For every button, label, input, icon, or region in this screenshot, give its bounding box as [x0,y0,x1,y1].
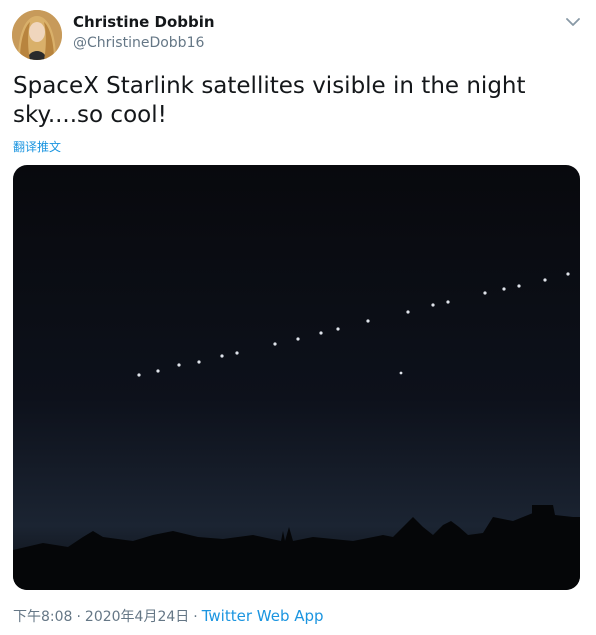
author-handle[interactable]: @ChristineDobb16 [73,35,204,51]
avatar-photo [12,10,62,60]
meta-separator: · [76,609,81,625]
tweet-date: 2020年4月24日 [84,609,190,625]
translate-tweet-link[interactable]: 翻译推文 [13,138,61,155]
tweet-metadata: 下午8:08 · 2020年4月24日 · Twitter Web App [13,606,324,626]
night-sky-photo [13,165,580,590]
avatar[interactable] [12,10,62,60]
chevron-down-icon [566,17,580,26]
tweet-menu-button[interactable] [563,12,583,32]
author-name[interactable]: Christine Dobbin [73,13,215,31]
source-app-link[interactable]: Twitter Web App [202,607,324,625]
tweet-time: 下午8:08 [13,609,73,625]
meta-separator: · [193,609,198,625]
tweet-text: SpaceX Starlink satellites visible in th… [13,73,526,128]
tweet-photo[interactable] [13,165,580,590]
